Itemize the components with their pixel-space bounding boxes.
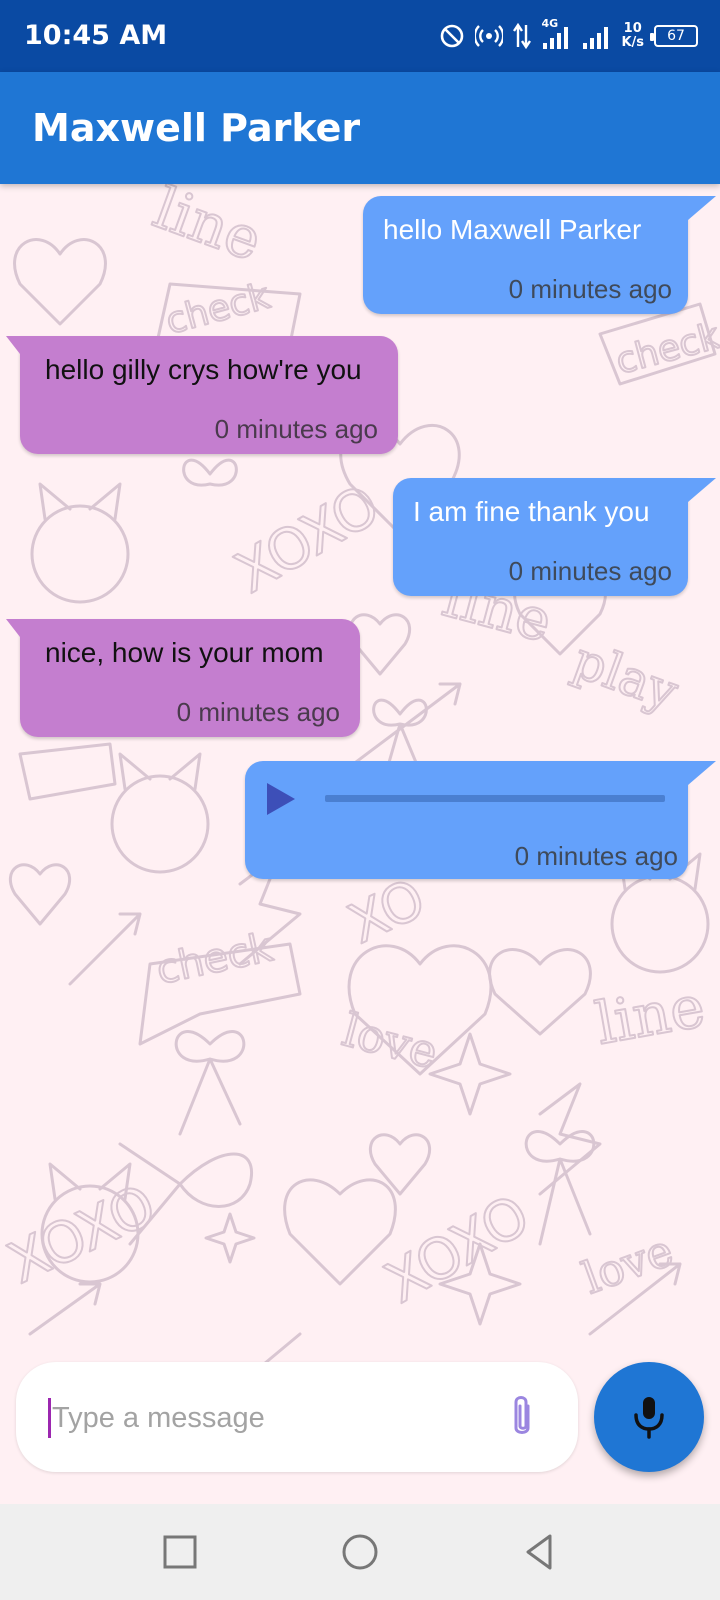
message-timestamp: 0 minutes ago (214, 414, 378, 444)
message-input[interactable] (52, 1396, 472, 1440)
message-bubble-outgoing[interactable]: I am fine thank you 0 minutes ago (393, 478, 716, 596)
home-icon[interactable] (340, 1532, 380, 1572)
chat-area[interactable]: line line play line XOXO XOXO XOXO XO lo… (0, 184, 720, 1504)
bubble-tail (688, 478, 716, 502)
message-text: hello Maxwell Parker (383, 214, 642, 245)
status-icons: 4G 10 K/s 67 (439, 17, 698, 54)
signal-icon (583, 27, 609, 49)
message-bubble-outgoing[interactable]: hello Maxwell Parker 0 minutes ago (363, 196, 716, 314)
data-arrows-icon (513, 23, 532, 49)
bubble-tail (688, 196, 716, 220)
svg-text:love: love (576, 1225, 679, 1304)
svg-text:check: check (153, 924, 278, 994)
svg-text:play: play (566, 631, 686, 722)
message-timestamp: 0 minutes ago (514, 841, 678, 871)
message-bubble-incoming[interactable]: nice, how is your mom 0 minutes ago (6, 619, 360, 737)
battery-icon: 67 (650, 25, 698, 47)
mic-button[interactable] (594, 1362, 704, 1472)
svg-text:XO: XO (339, 867, 435, 956)
recents-icon[interactable] (160, 1532, 200, 1572)
status-time: 10:45 AM (24, 20, 168, 51)
message-text: nice, how is your mom (45, 637, 324, 668)
svg-text:XOXO: XOXO (375, 1183, 541, 1316)
app-bar: Maxwell Parker (0, 72, 720, 184)
message-text: I am fine thank you (413, 496, 650, 527)
bubble-tail (6, 336, 20, 354)
audio-message-bubble[interactable]: 0 minutes ago (245, 761, 716, 879)
system-nav-bar (0, 1504, 720, 1600)
hotspot-icon (475, 25, 504, 47)
message-timestamp: 0 minutes ago (508, 556, 672, 586)
message-text: hello gilly crys how're you (45, 354, 362, 385)
bubble-tail (688, 761, 716, 785)
bubble-tail (6, 619, 20, 637)
signal-4g: 4G (541, 17, 571, 51)
svg-text:line: line (145, 184, 270, 274)
chat-title: Maxwell Parker (32, 106, 361, 150)
net-speed-value: 10 (623, 21, 642, 36)
message-timestamp: 0 minutes ago (508, 274, 672, 304)
svg-text:line: line (591, 972, 710, 1058)
net-speed-unit: K/s (621, 35, 644, 50)
message-composer (16, 1362, 578, 1472)
svg-text:XOXO: XOXO (0, 1173, 166, 1297)
net-speed: 10 K/s (621, 22, 644, 50)
play-icon[interactable] (265, 781, 297, 817)
status-bar: 10:45 AM 4G 10 K/s 67 (0, 0, 720, 72)
svg-text:XOXO: XOXO (225, 473, 391, 606)
audio-progress-bar[interactable] (325, 795, 665, 802)
message-timestamp: 0 minutes ago (176, 697, 340, 727)
signal-icon (543, 27, 569, 49)
message-bubble-incoming[interactable]: hello gilly crys how're you 0 minutes ag… (6, 336, 398, 454)
back-icon[interactable] (520, 1532, 560, 1572)
svg-text:love: love (337, 1002, 443, 1079)
attach-icon[interactable] (506, 1392, 538, 1442)
mic-icon (634, 1397, 664, 1439)
text-cursor (48, 1398, 51, 1438)
dnd-icon (441, 24, 464, 48)
